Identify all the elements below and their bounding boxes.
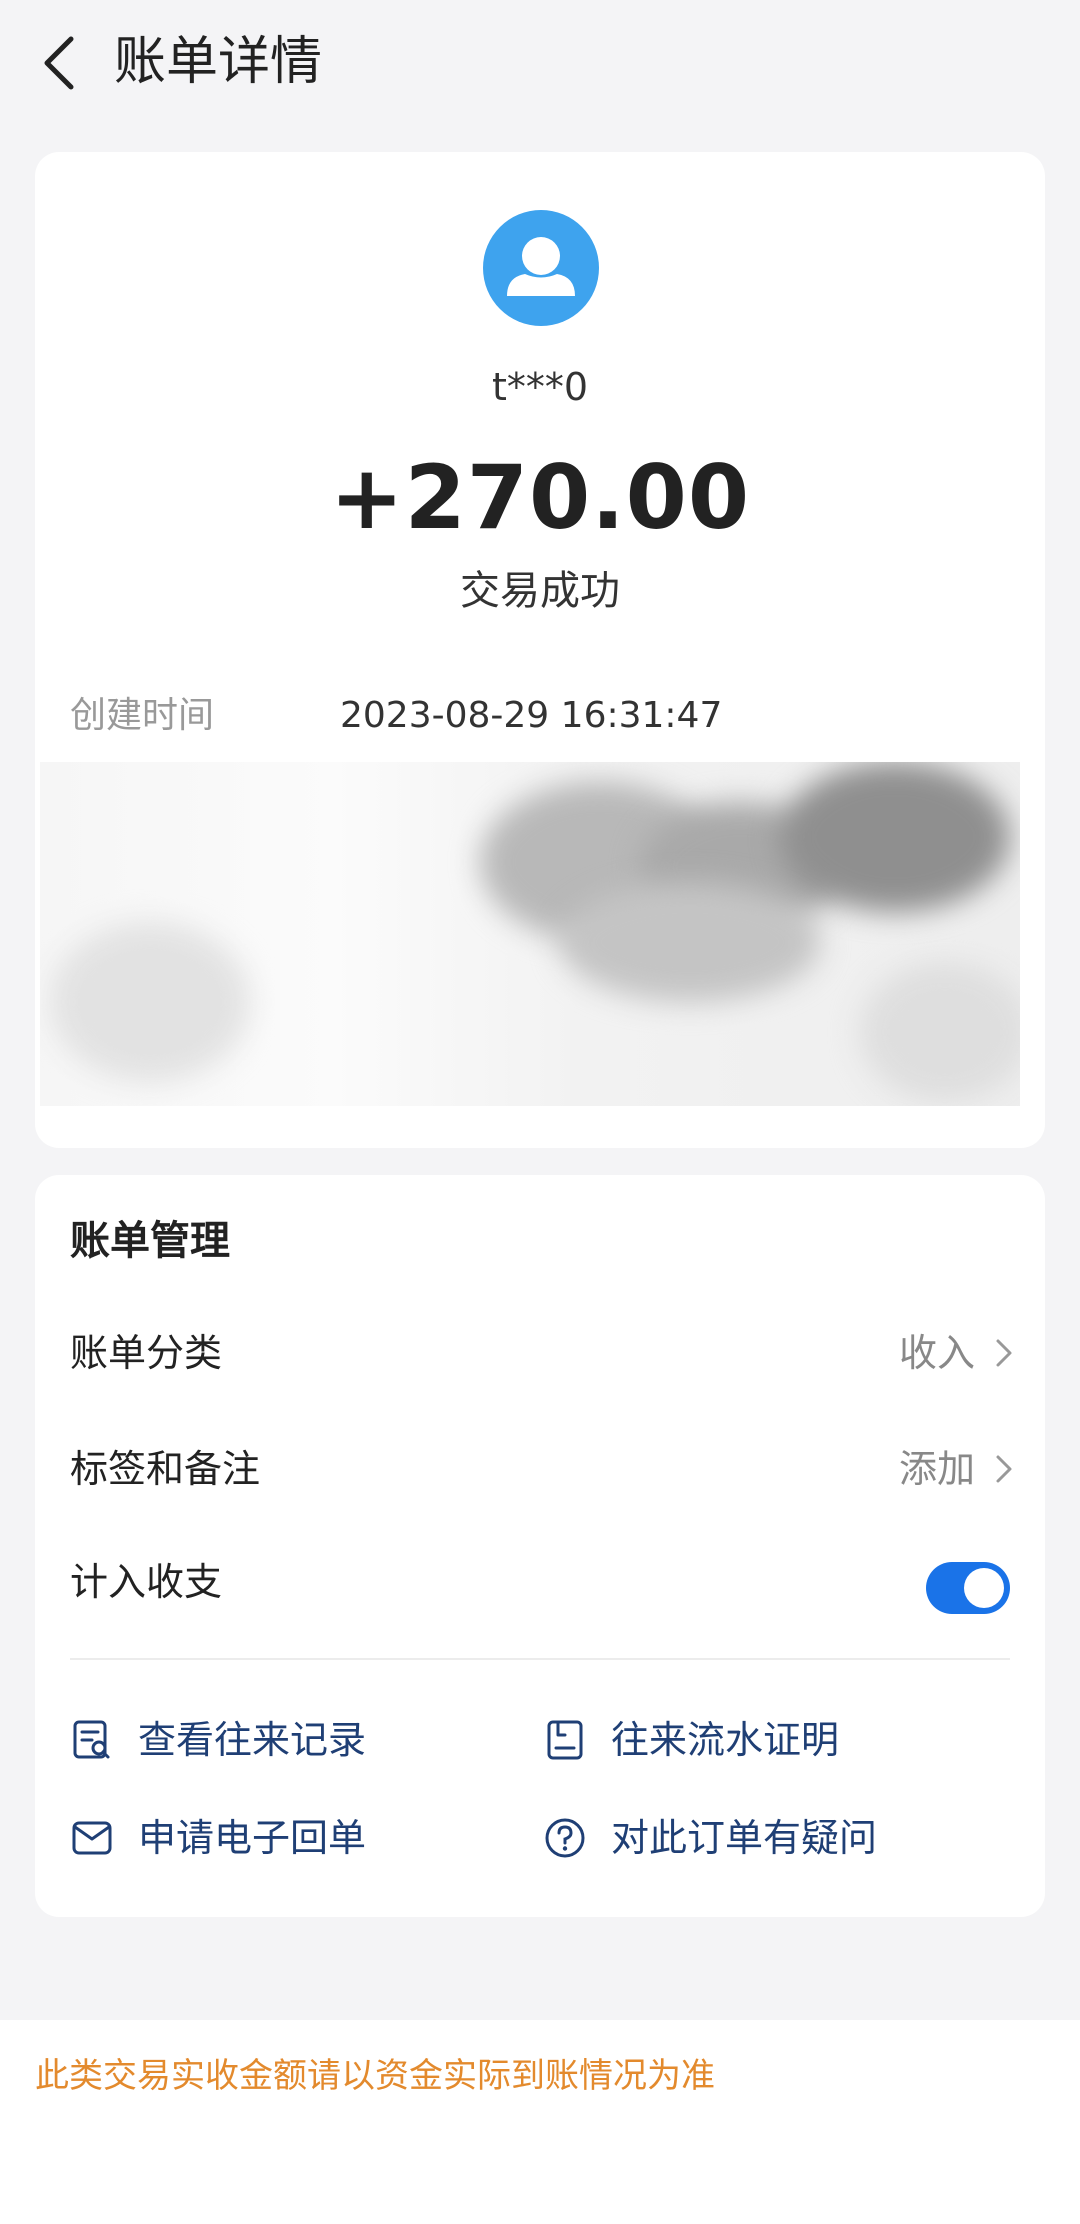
bill-category-row[interactable]: 账单分类 收入: [35, 1302, 1045, 1402]
order-question-label: 对此订单有疑问: [611, 1816, 878, 1860]
footer-note-text: 此类交易实收金额请以资金实际到账情况为准: [35, 2056, 715, 2096]
chevron-right-icon: [996, 1339, 1012, 1367]
transaction-card: t***0 +270.00 交易成功 创建时间 2023-08-29 16:31…: [35, 152, 1045, 1148]
created-time-value: 2023-08-29 16:31:47: [340, 695, 723, 736]
avatar: [483, 210, 599, 326]
order-question-button[interactable]: 对此订单有疑问: [543, 1803, 877, 1873]
statement-proof-label: 往来流水证明: [611, 1718, 840, 1762]
e-receipt-label: 申请电子回单: [138, 1816, 367, 1860]
include-in-budget-label: 计入收支: [70, 1560, 223, 1604]
chevron-left-icon: [44, 36, 74, 90]
divider: [70, 1658, 1010, 1660]
question-icon: [543, 1816, 587, 1860]
record-search-icon: [70, 1718, 114, 1762]
mail-icon: [70, 1816, 114, 1860]
bill-category-value: 收入: [898, 1331, 975, 1375]
transaction-amount: +270.00: [329, 446, 751, 549]
user-icon: [507, 237, 575, 296]
created-time-label: 创建时间: [70, 695, 215, 736]
view-records-button[interactable]: 查看往来记录: [70, 1705, 366, 1775]
redaction-smudge: [860, 962, 1020, 1102]
top-bar: 账单详情: [0, 0, 1080, 130]
redaction-smudge: [560, 882, 820, 1002]
include-in-budget-toggle[interactable]: [926, 1562, 1010, 1614]
chevron-right-icon: [996, 1455, 1012, 1483]
transaction-status: 交易成功: [460, 568, 620, 614]
back-button[interactable]: [30, 28, 86, 98]
tags-notes-label: 标签和备注: [70, 1447, 261, 1491]
bill-management-card: 账单管理 账单分类 收入 标签和备注 添加 计入收支 查看往来记录 往来流水证明…: [35, 1175, 1045, 1917]
toggle-knob: [964, 1568, 1004, 1608]
statement-proof-button[interactable]: 往来流水证明: [543, 1705, 839, 1775]
tags-notes-value: 添加: [898, 1447, 975, 1491]
section-title: 账单管理: [70, 1218, 230, 1264]
redaction-smudge: [780, 762, 1010, 912]
redaction-smudge: [50, 922, 250, 1082]
counterparty-name: t***0: [491, 365, 589, 409]
view-records-label: 查看往来记录: [138, 1718, 367, 1762]
redacted-details-area: [40, 762, 1020, 1106]
tags-notes-row[interactable]: 标签和备注 添加: [35, 1418, 1045, 1518]
footer-notice: 此类交易实收金额请以资金实际到账情况为准: [0, 2020, 1080, 2224]
page-title: 账单详情: [114, 32, 323, 92]
include-in-budget-row: 计入收支: [35, 1531, 1045, 1631]
statement-icon: [543, 1718, 587, 1762]
e-receipt-button[interactable]: 申请电子回单: [70, 1803, 366, 1873]
bill-category-label: 账单分类: [70, 1331, 223, 1375]
